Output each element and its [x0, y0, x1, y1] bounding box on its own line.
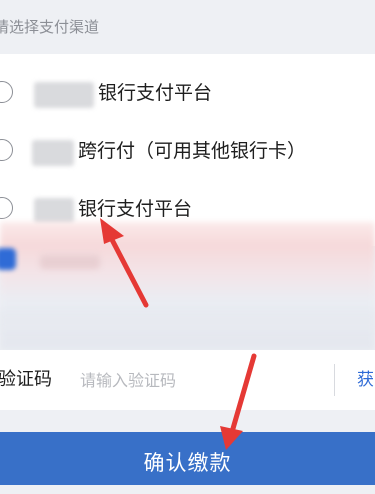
- verification-code-input[interactable]: [78, 364, 322, 396]
- payment-option-2[interactable]: 跨行付（可用其他银行卡）: [0, 122, 375, 180]
- checkbox-icon: [0, 248, 16, 270]
- payment-channel-list: 银行支付平台 跨行付（可用其他银行卡） 银行支付平台: [0, 54, 375, 246]
- get-code-button[interactable]: 获: [357, 366, 374, 394]
- radio-button[interactable]: [0, 197, 13, 219]
- payment-option-label: 跨行付（可用其他银行卡）: [78, 140, 307, 162]
- verification-code-row: 验证码 获: [0, 350, 375, 410]
- divider: [334, 364, 335, 396]
- payment-option-label: 银行支付平台: [98, 82, 213, 104]
- redacted-line: [0, 312, 375, 330]
- payment-option-1[interactable]: 银行支付平台: [0, 64, 375, 122]
- confirm-payment-button[interactable]: 确认缴款: [0, 432, 375, 485]
- radio-button[interactable]: [0, 139, 13, 161]
- bank-logo-icon: [34, 82, 94, 108]
- bank-logo-icon: [34, 198, 74, 224]
- payment-option-label: 银行支付平台: [78, 198, 193, 220]
- verification-code-label: 验证码: [0, 369, 52, 390]
- redacted-area: [0, 222, 375, 350]
- radio-button[interactable]: [0, 81, 13, 103]
- section-title: 请选择支付渠道: [0, 0, 375, 54]
- bank-logo-icon: [32, 140, 74, 166]
- redacted-text: [40, 255, 100, 269]
